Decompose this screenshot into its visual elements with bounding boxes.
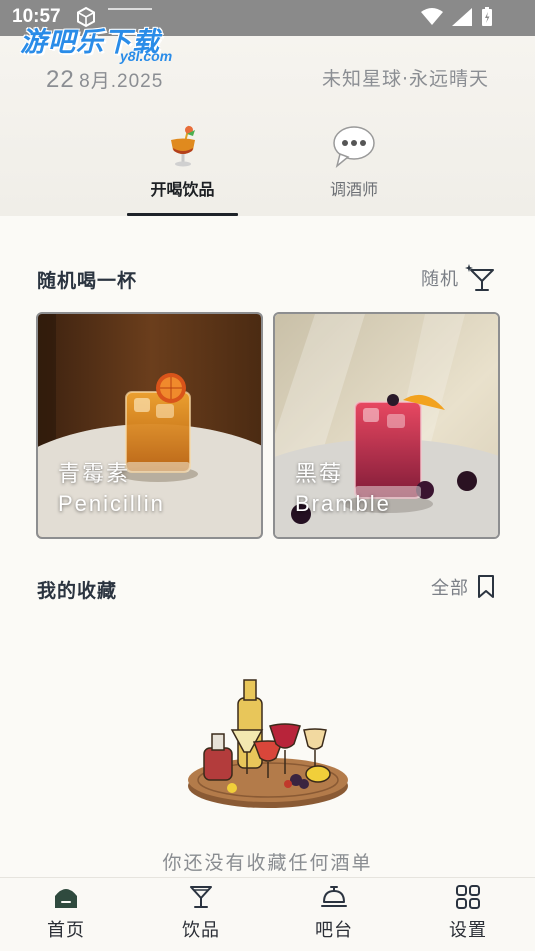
favorites-all-label: 全部: [431, 578, 469, 599]
bookmark-icon: [478, 575, 494, 598]
random-button[interactable]: 随机: [421, 264, 497, 292]
home-icon: [55, 889, 77, 908]
active-tab-indicator: [127, 213, 238, 216]
drink-name-cn: 黑莓: [295, 462, 344, 487]
drink-name-en: Bramble: [295, 491, 391, 516]
watermark-url: y8l.com: [120, 48, 173, 64]
drink-card-bramble[interactable]: 黑莓 Bramble: [273, 312, 500, 539]
tab-drinks-label: 开喝饮品: [150, 180, 215, 199]
empty-favorites-text: 你还没有收藏任何酒单: [162, 852, 373, 874]
sparkle-cocktail-icon: [465, 264, 494, 291]
signal-icon: [452, 8, 472, 26]
nav-drinks[interactable]: 饮品: [161, 884, 241, 942]
nav-settings-label: 设置: [449, 920, 487, 941]
slogan: 未知星球·永远晴天: [321, 68, 489, 90]
drink-card-penicillin[interactable]: 青霉素 Penicillin: [36, 312, 263, 539]
tab-bar: 开喝饮品 调酒师: [0, 124, 535, 216]
martini-glass-icon: [190, 886, 212, 908]
date-display: 22 8月.2025: [46, 66, 163, 94]
nav-home[interactable]: 首页: [26, 884, 106, 942]
status-icons: [421, 7, 493, 27]
nav-home-label: 首页: [47, 920, 85, 941]
cocktail-glass-icon: [170, 125, 195, 167]
speech-bubble-icon: [333, 126, 375, 168]
favorites-all-button[interactable]: 全部: [431, 574, 497, 600]
wifi-icon: [421, 8, 443, 25]
random-button-label: 随机: [421, 269, 459, 290]
watermark-logo: 游吧乐下载 y8l.com: [20, 20, 190, 64]
drink-name-cn: 青霉素: [58, 462, 131, 487]
bottom-nav: 首页 饮品 吧台 设置: [0, 877, 535, 951]
nav-drinks-label: 饮品: [182, 920, 220, 941]
tab-bartender[interactable]: 调酒师: [300, 124, 408, 200]
drink-name-en: Penicillin: [58, 491, 165, 516]
date-day: 22: [46, 66, 75, 93]
favorites-section-title: 我的收藏: [37, 580, 118, 602]
tab-drinks[interactable]: 开喝饮品: [127, 124, 238, 200]
bar-counter-bell-icon: [321, 886, 347, 907]
nav-bar[interactable]: 吧台: [294, 884, 374, 942]
tab-bartender-label: 调酒师: [329, 180, 378, 199]
battery-icon: [482, 7, 492, 26]
nav-settings[interactable]: 设置: [428, 884, 508, 942]
grid-settings-icon: [456, 885, 480, 909]
empty-favorites-illustration: [188, 679, 348, 808]
random-section-title: 随机喝一杯: [37, 270, 138, 292]
nav-bar-label: 吧台: [315, 920, 353, 941]
date-month: 8月.2025: [79, 71, 164, 92]
random-drink-cards: 青霉素 Penicillin 黑莓 Bramble: [36, 312, 500, 539]
